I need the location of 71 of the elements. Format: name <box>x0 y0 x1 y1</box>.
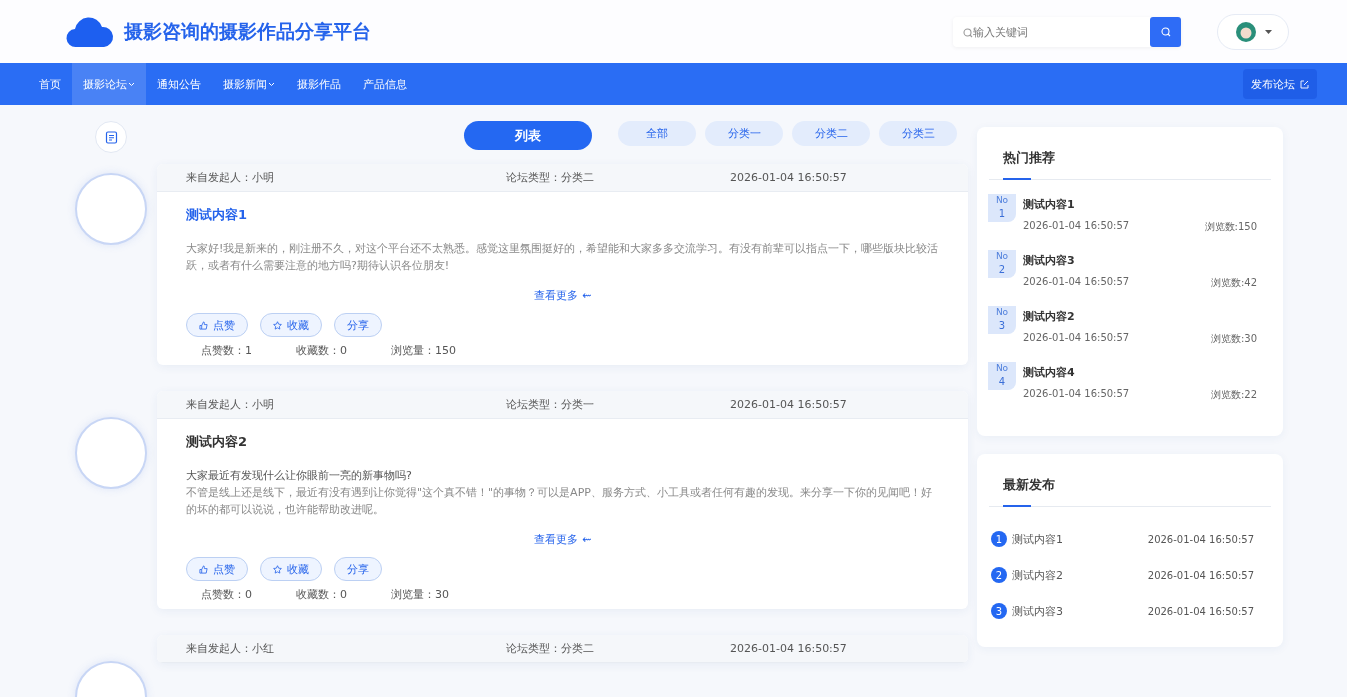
latest-item-time: 2026-01-04 16:50:57 <box>1147 605 1254 617</box>
post-time: 2026-01-04 16:50:57 <box>730 171 848 184</box>
view-more-link[interactable]: 查看更多 ⇜ <box>533 532 592 547</box>
post-stat: 点赞数：0 <box>201 587 253 602</box>
latest-item-time: 2026-01-04 16:50:57 <box>1147 569 1254 581</box>
post-type: 论坛类型：分类一 <box>506 397 595 412</box>
card-title: 最新发布 <box>1002 476 1056 494</box>
latest-item-title[interactable]: 测试内容3 <box>1012 603 1148 619</box>
action-button[interactable]: 点赞 <box>186 557 248 581</box>
post-stat: 浏览量：30 <box>391 587 450 602</box>
view-more-link[interactable]: 查看更多 ⇜ <box>533 288 592 303</box>
hot-item-title[interactable]: 测试内容4 <box>1023 365 1257 380</box>
post-stat: 收藏数：0 <box>296 343 348 358</box>
rank-badge: 2 <box>991 567 1007 583</box>
card-title: 热门推荐 <box>1002 149 1056 167</box>
latest-item-time: 2026-01-04 16:50:57 <box>1147 533 1254 545</box>
latest-item-title[interactable]: 测试内容1 <box>1012 531 1148 547</box>
site-title: 摄影咨询的摄影作品分享平台 <box>124 18 371 44</box>
rank-badge: No 1 <box>988 194 1016 222</box>
latest-item-title[interactable]: 测试内容2 <box>1012 567 1148 583</box>
nav-item[interactable]: 摄影作品 <box>286 63 352 105</box>
post-title[interactable]: 测试内容2 <box>186 433 939 451</box>
post-text: 大家最近有发现什么让你眼前一亮的新事物吗? <box>186 468 413 484</box>
nav-item[interactable]: 摄影新闻 <box>212 63 286 105</box>
hot-item-time: 2026-01-04 16:50:57 <box>1023 276 1130 289</box>
post-time: 2026-01-04 16:50:57 <box>730 398 848 411</box>
post-type: 论坛类型：分类二 <box>506 170 595 185</box>
category-filter[interactable]: 分类一 <box>705 121 783 146</box>
post-text: 不管是线上还是线下，最近有没有遇到让你觉得"这个真不错！"的事物？可以是APP、服务方式、小工具或者任何有趣的发现。来分享一下你的见闻吧！好的坏的都可以说说，也许能帮助改进呢。 <box>186 485 933 518</box>
rank-badge: No 3 <box>988 306 1016 334</box>
hot-item-time: 2026-01-04 16:50:57 <box>1023 388 1130 401</box>
hot-item-time: 2026-01-04 16:50:57 <box>1023 220 1130 233</box>
nav-item[interactable]: 通知公告 <box>146 63 212 105</box>
action-button[interactable]: 点赞 <box>186 313 248 337</box>
nav-item[interactable]: 产品信息 <box>352 63 418 105</box>
post-text: 大家好!我是新来的，刚注册不久，对这个平台还不太熟悉。感觉这里氛围挺好的，希望能和大家多多交流学习。有没有前辈可以指点一下，哪些版块比较活跃，或者有什么需要注意的地方吗?期待认识各位朋友! <box>186 241 939 274</box>
category-filter[interactable]: 分类二 <box>792 121 870 146</box>
rank-badge: No 4 <box>988 362 1016 390</box>
post-stat: 浏览量：150 <box>391 343 457 358</box>
nav-item[interactable]: 摄影论坛 <box>72 63 146 105</box>
category-filter[interactable]: 全部 <box>618 121 696 146</box>
search-field[interactable]: 输入关键词 <box>967 16 1150 47</box>
action-button[interactable]: 分享 <box>334 313 382 337</box>
post-type: 论坛类型：分类二 <box>506 641 595 656</box>
nav-item[interactable]: 首页 <box>28 63 72 105</box>
hot-item-views: 浏览数:42 <box>1210 276 1257 290</box>
post-author: 来自发起人：小明 <box>186 397 275 412</box>
publish-button[interactable]: 发布论坛 <box>1243 69 1317 99</box>
post-author: 来自发起人：小明 <box>186 170 275 185</box>
view-tab[interactable]: 列表 <box>464 121 592 150</box>
hot-item-views: 浏览数:22 <box>1210 388 1257 402</box>
hot-item-time: 2026-01-04 16:50:57 <box>1023 332 1130 345</box>
post-stat: 收藏数：0 <box>296 587 348 602</box>
hot-item-title[interactable]: 测试内容2 <box>1023 309 1257 324</box>
post-time: 2026-01-04 16:50:57 <box>730 642 848 655</box>
return-arrow-icon: ⇜ <box>581 289 592 302</box>
action-button[interactable]: 分享 <box>334 557 382 581</box>
post-title[interactable]: 测试内容1 <box>186 206 939 224</box>
rank-badge: 3 <box>991 603 1007 619</box>
hot-item-title[interactable]: 测试内容3 <box>1023 253 1257 268</box>
return-arrow-icon: ⇜ <box>581 533 592 546</box>
rank-badge: 1 <box>991 531 1007 547</box>
hot-item-views: 浏览数:30 <box>1210 332 1257 346</box>
post-stat: 点赞数：1 <box>201 343 253 358</box>
category-filter[interactable]: 分类三 <box>879 121 957 146</box>
hot-item-title[interactable]: 测试内容1 <box>1023 197 1257 212</box>
action-button[interactable]: 收藏 <box>260 313 322 337</box>
post-author: 来自发起人：小红 <box>186 641 275 656</box>
rank-badge: No 2 <box>988 250 1016 278</box>
action-button[interactable]: 收藏 <box>260 557 322 581</box>
hot-item-views: 浏览数:150 <box>1204 220 1257 234</box>
